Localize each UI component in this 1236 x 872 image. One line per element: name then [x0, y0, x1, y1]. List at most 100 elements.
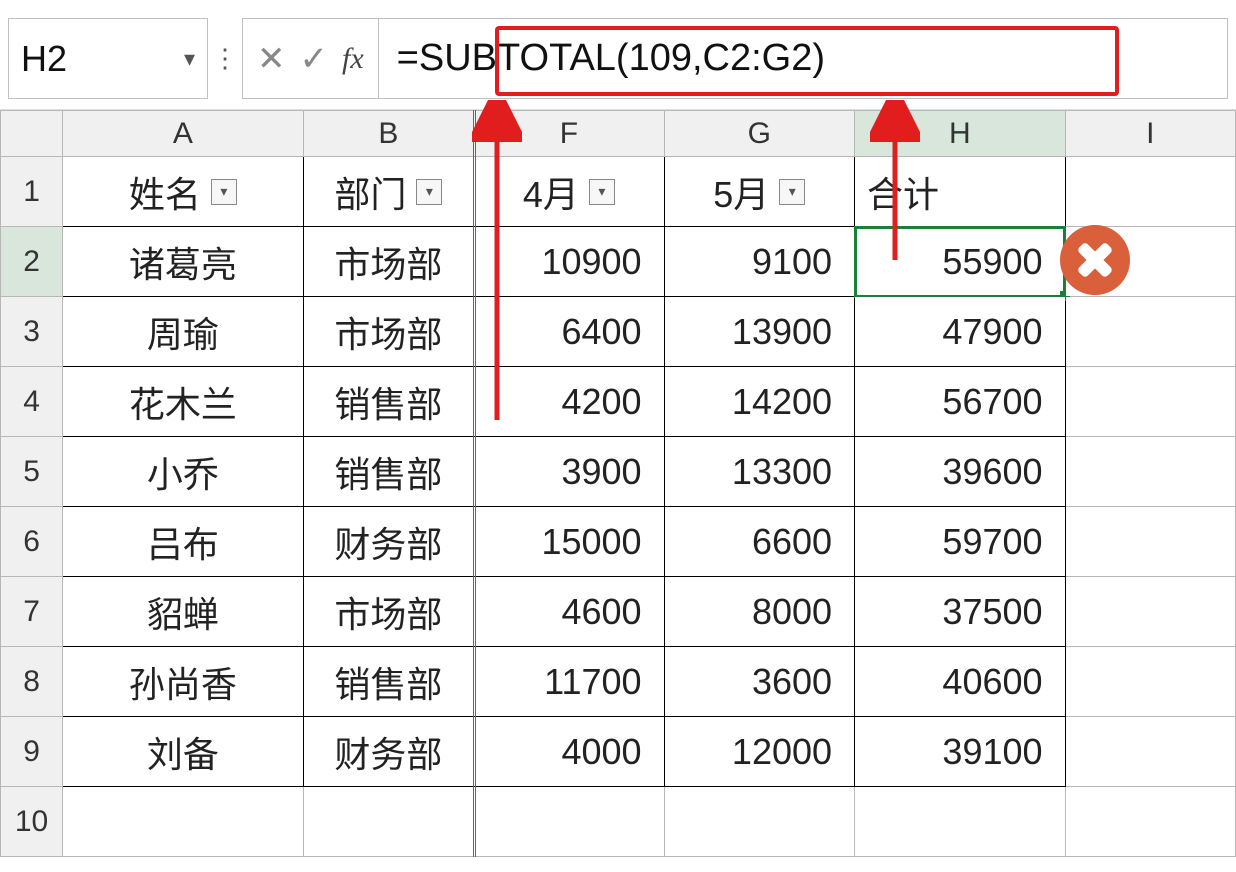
- cell-empty[interactable]: [303, 787, 473, 857]
- cell-total[interactable]: 40600: [855, 647, 1066, 717]
- row-header[interactable]: 4: [1, 367, 63, 437]
- header-month5[interactable]: 5月 ▾: [664, 157, 854, 227]
- cell-m5[interactable]: 13900: [664, 297, 854, 367]
- table-row: 7 貂蝉 市场部 4600 8000 37500: [1, 577, 1236, 647]
- cell-total[interactable]: 56700: [855, 367, 1066, 437]
- cell-I[interactable]: [1065, 297, 1235, 367]
- col-header-F[interactable]: F: [474, 111, 664, 157]
- header-m5-label: 5月: [713, 166, 769, 218]
- cell-total[interactable]: 37500: [855, 577, 1066, 647]
- error-badge-icon: [1060, 225, 1130, 295]
- cell-empty[interactable]: [855, 787, 1066, 857]
- col-header-A[interactable]: A: [63, 111, 304, 157]
- row-header[interactable]: 5: [1, 437, 63, 507]
- filter-icon[interactable]: ▾: [416, 179, 442, 205]
- cell-name[interactable]: 刘备: [63, 717, 304, 787]
- row-header[interactable]: 6: [1, 507, 63, 577]
- row-header[interactable]: 8: [1, 647, 63, 717]
- header-m4-label: 4月: [523, 166, 579, 218]
- cell-m4[interactable]: 3900: [474, 437, 664, 507]
- row-header-2[interactable]: 2: [1, 227, 63, 297]
- col-header-G[interactable]: G: [664, 111, 854, 157]
- row-header[interactable]: 3: [1, 297, 63, 367]
- name-box[interactable]: H2 ▾: [8, 18, 208, 99]
- filter-icon[interactable]: ▾: [589, 179, 615, 205]
- cell-name[interactable]: 孙尚香: [63, 647, 304, 717]
- cell-name[interactable]: 貂蝉: [63, 577, 304, 647]
- table-row: 8 孙尚香 销售部 11700 3600 40600: [1, 647, 1236, 717]
- accept-formula-icon[interactable]: ✓: [300, 42, 329, 76]
- cell-I[interactable]: [1065, 647, 1235, 717]
- col-header-B[interactable]: B: [303, 111, 473, 157]
- cell-m5[interactable]: 3600: [664, 647, 854, 717]
- row-header-1[interactable]: 1: [1, 157, 63, 227]
- cell-total[interactable]: 47900: [855, 297, 1066, 367]
- cell-dept[interactable]: 财务部: [303, 717, 473, 787]
- select-all-corner[interactable]: [1, 111, 63, 157]
- chevron-down-icon[interactable]: ▾: [184, 46, 195, 72]
- cell-dept[interactable]: 销售部: [303, 647, 473, 717]
- cell-empty[interactable]: [1065, 787, 1235, 857]
- cell-m4[interactable]: 4200: [474, 367, 664, 437]
- cell-total-selected[interactable]: 55900: [855, 227, 1066, 297]
- col-header-I[interactable]: I: [1065, 111, 1235, 157]
- header-name-label: 姓名: [129, 166, 201, 218]
- cell-dept[interactable]: 市场部: [303, 297, 473, 367]
- cell-empty[interactable]: [63, 787, 304, 857]
- header-dept[interactable]: 部门 ▾: [303, 157, 473, 227]
- formula-input[interactable]: =SUBTOTAL(109,C2:G2): [378, 18, 1228, 99]
- row-header[interactable]: 7: [1, 577, 63, 647]
- table-row: 9 刘备 财务部 4000 12000 39100: [1, 717, 1236, 787]
- cell-I[interactable]: [1065, 577, 1235, 647]
- cell-total[interactable]: 59700: [855, 507, 1066, 577]
- cell-total[interactable]: 39100: [855, 717, 1066, 787]
- row-header[interactable]: 9: [1, 717, 63, 787]
- cell-m5[interactable]: 9100: [664, 227, 854, 297]
- vertical-dots-icon[interactable]: ⋮: [208, 18, 242, 99]
- cell-m4[interactable]: 10900: [474, 227, 664, 297]
- cell-m4[interactable]: 15000: [474, 507, 664, 577]
- cell-total-value: 55900: [942, 241, 1042, 282]
- row-header-10[interactable]: 10: [1, 787, 63, 857]
- cancel-formula-icon[interactable]: ✕: [257, 42, 286, 76]
- cell-name[interactable]: 周瑜: [63, 297, 304, 367]
- cell-m4[interactable]: 11700: [474, 647, 664, 717]
- cell-I1[interactable]: [1065, 157, 1235, 227]
- cell-m5[interactable]: 8000: [664, 577, 854, 647]
- cell-m4[interactable]: 6400: [474, 297, 664, 367]
- col-header-H[interactable]: H: [855, 111, 1066, 157]
- header-month4[interactable]: 4月 ▾: [474, 157, 664, 227]
- column-header-row: A B F G H I: [1, 111, 1236, 157]
- cell-name[interactable]: 小乔: [63, 437, 304, 507]
- cell-m5[interactable]: 6600: [664, 507, 854, 577]
- spreadsheet-grid[interactable]: A B F G H I 1 姓名 ▾ 部门 ▾: [0, 110, 1236, 857]
- header-total[interactable]: 合计: [855, 157, 1066, 227]
- cell-I[interactable]: [1065, 717, 1235, 787]
- cell-m5[interactable]: 13300: [664, 437, 854, 507]
- filter-icon[interactable]: ▾: [779, 179, 805, 205]
- cell-dept[interactable]: 销售部: [303, 367, 473, 437]
- data-header-row: 1 姓名 ▾ 部门 ▾ 4月 ▾ 5: [1, 157, 1236, 227]
- cell-name[interactable]: 吕布: [63, 507, 304, 577]
- table-row: 5 小乔 销售部 3900 13300 39600: [1, 437, 1236, 507]
- cell-empty[interactable]: [474, 787, 664, 857]
- cell-empty[interactable]: [664, 787, 854, 857]
- cell-I[interactable]: [1065, 507, 1235, 577]
- cell-m5[interactable]: 14200: [664, 367, 854, 437]
- cell-dept[interactable]: 市场部: [303, 577, 473, 647]
- cell-m5[interactable]: 12000: [664, 717, 854, 787]
- cell-dept[interactable]: 销售部: [303, 437, 473, 507]
- cell-dept[interactable]: 财务部: [303, 507, 473, 577]
- fx-icon[interactable]: fx: [342, 44, 364, 74]
- cell-dept[interactable]: 市场部: [303, 227, 473, 297]
- cell-total[interactable]: 39600: [855, 437, 1066, 507]
- cell-m4[interactable]: 4600: [474, 577, 664, 647]
- cell-m4[interactable]: 4000: [474, 717, 664, 787]
- header-name[interactable]: 姓名 ▾: [63, 157, 304, 227]
- filter-icon[interactable]: ▾: [211, 179, 237, 205]
- cell-name[interactable]: 花木兰: [63, 367, 304, 437]
- cell-name[interactable]: 诸葛亮: [63, 227, 304, 297]
- cell-I[interactable]: [1065, 367, 1235, 437]
- cell-I[interactable]: [1065, 437, 1235, 507]
- table-row: 2 诸葛亮 市场部 10900 9100 55900: [1, 227, 1236, 297]
